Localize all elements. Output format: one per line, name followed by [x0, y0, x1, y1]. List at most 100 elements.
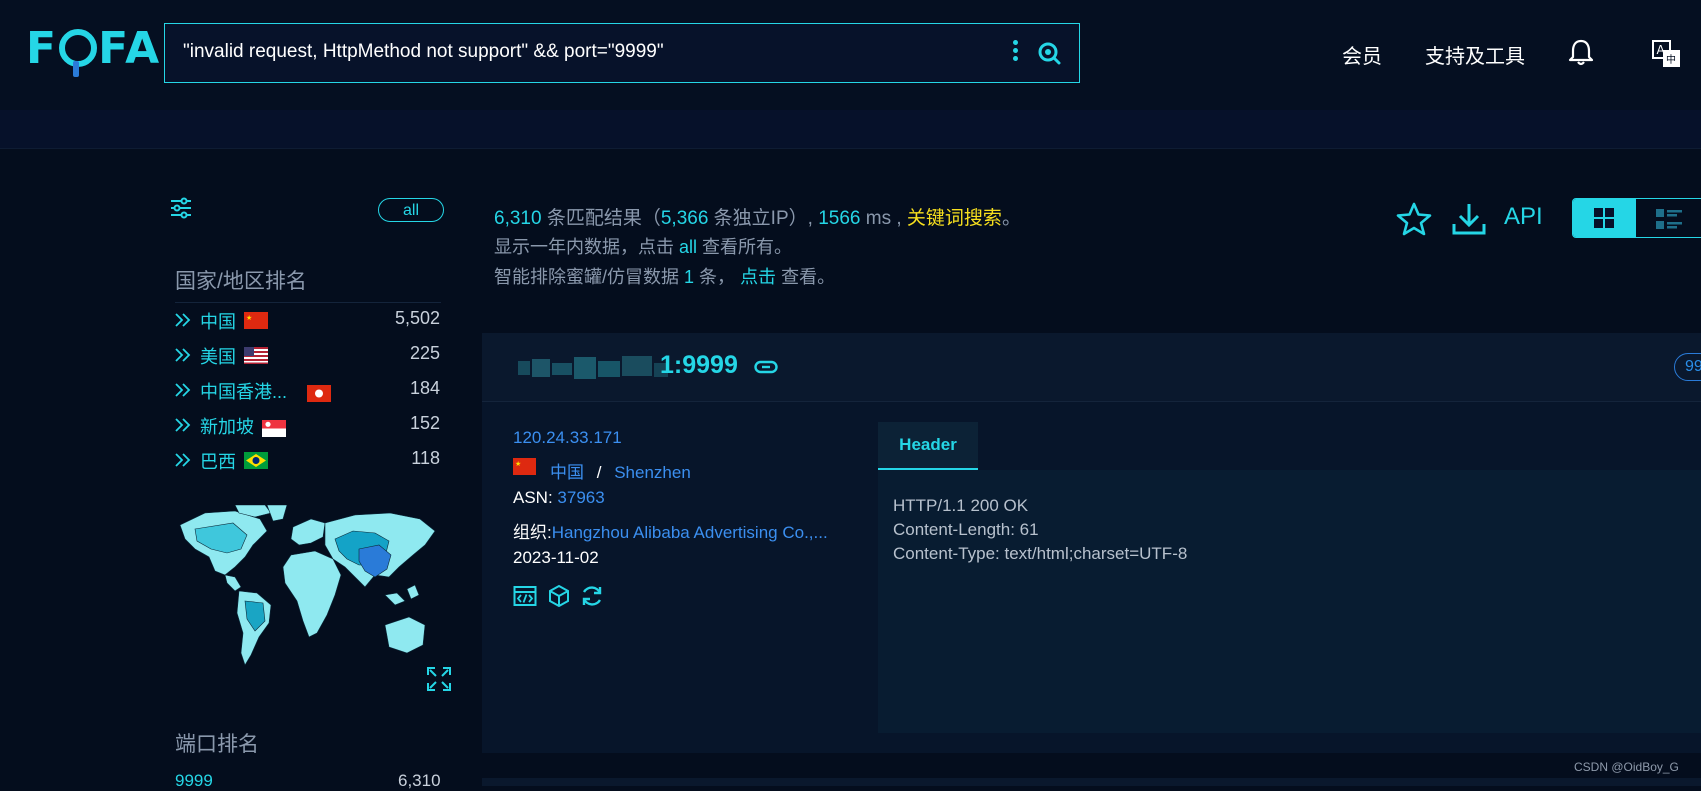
unique-ip-count: 5,366 — [660, 208, 709, 229]
product-badge[interactable]: 99 — [1674, 353, 1701, 381]
sub-bar — [0, 110, 1701, 149]
asn-link[interactable]: 37963 — [557, 488, 604, 507]
country-count: 184 — [409, 378, 440, 398]
cube-icon[interactable] — [547, 584, 571, 608]
country-name[interactable]: 美国 — [200, 343, 236, 369]
country-count: 118 — [411, 448, 440, 468]
port-ranking-title: 端口排名 — [175, 733, 259, 756]
api-button[interactable]: API — [1504, 203, 1543, 231]
time-label: ms , — [865, 208, 902, 229]
world-map[interactable] — [175, 505, 440, 690]
country-ranking-title: 国家/地区排名 — [175, 270, 307, 293]
sg-flag-icon — [262, 420, 286, 437]
org-link[interactable]: Hangzhou Alibaba Advertising Co.,... — [552, 523, 828, 542]
total-label: 条匹配结果（ — [546, 208, 661, 229]
search-box[interactable]: "invalid request, HttpMethod not support… — [164, 23, 1080, 83]
country-count: 225 — [409, 343, 440, 363]
country-link[interactable]: 中国 — [550, 463, 584, 482]
ip-link[interactable]: 120.24.33.171 — [513, 428, 622, 448]
country-row[interactable]: 中国香港... 184 — [175, 378, 440, 406]
grid-view-button[interactable] — [1573, 199, 1636, 237]
update-date: 2023-11-02 — [513, 548, 599, 567]
list-view-button[interactable] — [1637, 199, 1701, 237]
all-filter-button[interactable]: all — [378, 198, 444, 222]
country-row[interactable]: 中国 ★ 5,502 — [175, 308, 440, 336]
nav-membership[interactable]: 会员 — [1342, 40, 1382, 69]
asn-row: ASN: 37963 — [513, 488, 605, 508]
host-port[interactable]: 1:9999 — [660, 351, 738, 380]
country-name[interactable]: 中国 — [200, 308, 236, 334]
country-count: 5,502 — [394, 308, 440, 328]
logo-ring-icon — [59, 29, 98, 77]
period: 。 — [1001, 208, 1021, 229]
chevron-right-icon — [175, 348, 191, 362]
search-input[interactable]: "invalid request, HttpMethod not support… — [183, 41, 664, 63]
note-text: 显示一年内数据，点击 — [494, 237, 674, 257]
view-toggle[interactable] — [1572, 198, 1701, 238]
chevron-right-icon — [175, 418, 191, 432]
filter-icon[interactable] — [170, 197, 192, 219]
list-icon — [1656, 209, 1682, 229]
note-text: 条， — [699, 267, 736, 287]
country-name[interactable]: 中国香港... — [200, 378, 287, 404]
note-text: 查看所有。 — [702, 237, 793, 257]
unique-ip-label: 条独立IP）, — [713, 208, 813, 229]
svg-text:★: ★ — [246, 314, 252, 322]
header-line: Content-Length: 61 — [893, 520, 1039, 539]
divider — [175, 302, 441, 303]
org-row: 组织:Hangzhou Alibaba Advertising Co.,... — [513, 518, 843, 543]
next-card-edge — [482, 778, 1701, 786]
asn-label: ASN: — [513, 488, 553, 507]
port-name[interactable]: 9999 — [175, 771, 213, 791]
tab-header[interactable]: Header — [878, 422, 978, 470]
click-link[interactable]: 点击 — [740, 267, 776, 287]
svg-text:★: ★ — [515, 460, 521, 468]
location-separator: / — [596, 463, 602, 482]
port-count: 6,310 — [398, 771, 441, 790]
city-link[interactable]: Shenzhen — [614, 463, 691, 482]
country-row[interactable]: 新加坡 152 — [175, 413, 440, 441]
query-time: 1566 — [818, 208, 861, 229]
honeypot-note: 智能排除蜜罐/仿冒数据 1 条， 点击 查看。 — [494, 263, 835, 289]
one-year-note: 显示一年内数据，点击 all 查看所有。 — [494, 233, 792, 259]
header-line: HTTP/1.1 200 OK — [893, 496, 1029, 515]
translate-icon[interactable]: A 中 — [1652, 40, 1682, 68]
search-icon[interactable] — [1037, 41, 1061, 65]
result-card-header: 1:9999 99 — [482, 333, 1701, 402]
country-count: 152 — [409, 413, 440, 433]
country-row[interactable]: 巴西 118 — [175, 448, 440, 476]
cn-flag-icon: ★ — [513, 458, 536, 475]
chevron-right-icon — [175, 383, 191, 397]
country-name[interactable]: 巴西 — [200, 448, 236, 474]
star-icon[interactable] — [1396, 202, 1432, 236]
note-text: 查看。 — [781, 267, 836, 287]
expand-icon[interactable] — [426, 666, 452, 692]
more-options-icon[interactable] — [1013, 40, 1019, 64]
country-name[interactable]: 新加坡 — [200, 413, 254, 439]
org-label: 组织: — [513, 523, 552, 542]
header-line: Content-Type: text/html;charset=UTF-8 — [893, 544, 1188, 563]
result-summary: 6,310 条匹配结果（5,366 条独立IP）, 1566 ms , 关键词搜… — [494, 203, 1021, 230]
chevron-right-icon — [175, 313, 191, 327]
nav-support-tools[interactable]: 支持及工具 — [1425, 40, 1525, 69]
code-icon[interactable] — [513, 584, 537, 608]
cn-flag-icon: ★ — [244, 312, 268, 329]
br-flag-icon — [244, 452, 268, 469]
link-icon[interactable] — [754, 360, 778, 374]
honeypot-count: 1 — [684, 267, 695, 287]
total-count: 6,310 — [494, 208, 542, 229]
fofa-logo[interactable]: F FA — [26, 24, 161, 77]
note-text: 智能排除蜜罐/仿冒数据 — [494, 267, 679, 287]
watermark: CSDN @OidBoy_G — [1574, 760, 1679, 774]
download-icon[interactable] — [1451, 202, 1487, 236]
grid-icon — [1594, 208, 1614, 228]
all-link[interactable]: all — [679, 237, 697, 257]
refresh-icon[interactable] — [580, 584, 604, 608]
keyword-search-link[interactable]: 关键词搜索 — [907, 208, 1002, 229]
country-row[interactable]: 美国 225 — [175, 343, 440, 371]
chevron-right-icon — [175, 453, 191, 467]
us-flag-icon — [244, 347, 268, 364]
bell-icon[interactable] — [1568, 38, 1594, 66]
location: 中国 / Shenzhen — [550, 458, 691, 483]
redacted-ip-blur — [518, 356, 668, 379]
